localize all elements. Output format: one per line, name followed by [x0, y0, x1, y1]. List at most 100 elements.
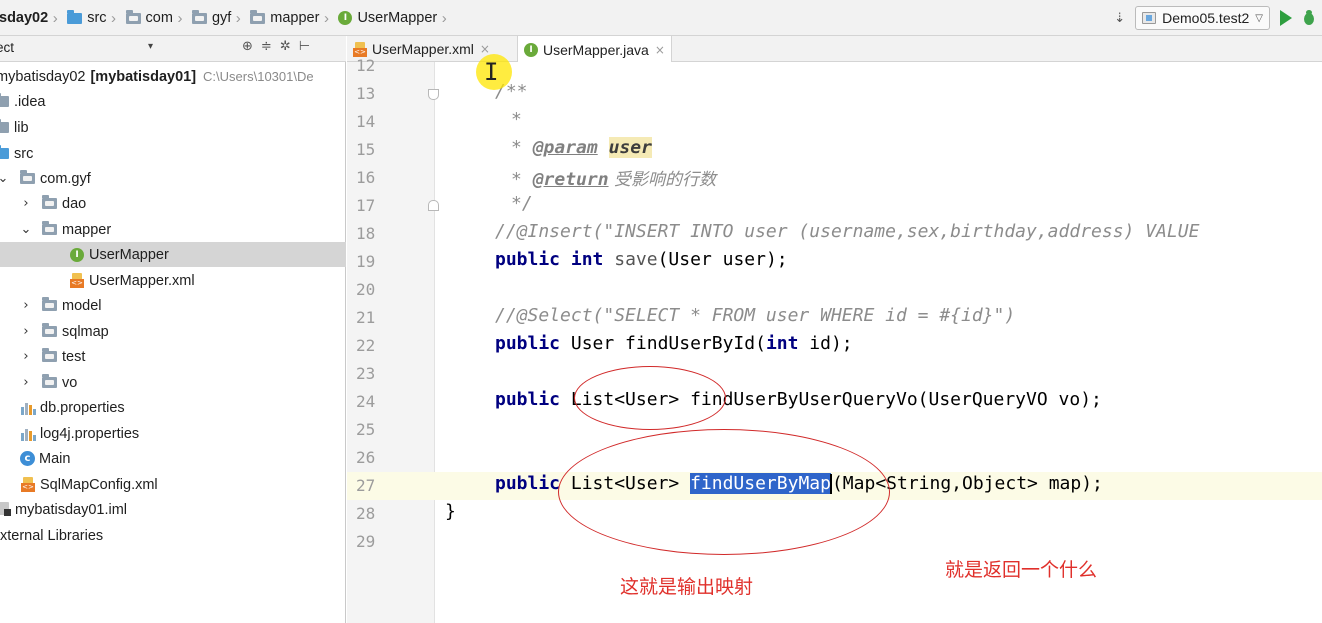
- tree-item-path: C:\Users\10301\De: [203, 69, 314, 84]
- tree-item-label: UserMapper: [89, 246, 169, 263]
- tree-item-com-gyf[interactable]: ⌄ com.gyf: [0, 166, 346, 191]
- run-config-selector[interactable]: Demo05.test2 ▽: [1135, 6, 1270, 30]
- chevron-down-icon[interactable]: ⌄: [20, 222, 32, 237]
- sort-icon[interactable]: ⇣: [1114, 11, 1125, 26]
- package-icon: [42, 348, 57, 362]
- close-icon[interactable]: ×: [655, 43, 665, 57]
- chevron-right-icon: ›: [177, 9, 183, 27]
- fold-marker-icon[interactable]: [428, 89, 439, 100]
- run-config-label: Demo05.test2: [1162, 10, 1250, 26]
- tree-item-iml[interactable]: mybatisday01.iml: [0, 497, 346, 522]
- tree-item-label: SqlMapConfig.xml: [40, 476, 158, 493]
- tree-item-label: xternal Libraries: [0, 527, 104, 544]
- package-icon: [42, 221, 57, 235]
- fold-marker-icon[interactable]: [428, 200, 439, 211]
- tree-item-label: dao: [62, 195, 87, 212]
- tree-item-module[interactable]: mybatisday02 [mybatisday01] C:\Users\103…: [0, 64, 346, 89]
- project-panel: ect ▾ ⊕ ≑ ✲ ⊢ mybatisday02 [mybatisday01…: [0, 36, 346, 623]
- tree-item-lib[interactable]: lib: [0, 115, 346, 140]
- tree-item-model[interactable]: › model: [0, 293, 346, 318]
- tree-item-sqlmap[interactable]: › sqlmap: [0, 319, 346, 344]
- source-folder-icon: [67, 9, 83, 24]
- properties-file-icon: [20, 400, 36, 416]
- tree-item-mapper[interactable]: ⌄ mapper: [0, 217, 346, 242]
- annotation-note: 就是返回一个什么: [945, 559, 1098, 581]
- breadcrumb-mapper[interactable]: mapper: [245, 9, 319, 26]
- chevron-down-icon: ▽: [1255, 12, 1263, 24]
- tree-item-src[interactable]: src: [0, 141, 346, 166]
- tree-item-label: .idea: [14, 93, 46, 110]
- package-icon: [250, 9, 266, 24]
- package-icon: [191, 9, 207, 24]
- project-panel-title[interactable]: ect: [0, 40, 14, 55]
- chevron-right-icon[interactable]: ›: [20, 324, 32, 339]
- breadcrumb-project[interactable]: sday02: [0, 10, 48, 26]
- keyword: int: [765, 333, 799, 354]
- tree-item-label: log4j.properties: [40, 425, 140, 442]
- code-text: (User user);: [657, 249, 788, 270]
- tree-item-label: UserMapper.xml: [89, 272, 195, 289]
- chevron-right-icon[interactable]: ›: [20, 375, 32, 390]
- tree-item-usermapper-xml[interactable]: UserMapper.xml: [0, 268, 346, 293]
- locate-icon[interactable]: ⊕: [242, 39, 253, 54]
- debug-icon[interactable]: [1302, 10, 1316, 26]
- package-icon: [20, 170, 35, 184]
- tab-usermapper-java[interactable]: I UserMapper.java ×: [517, 36, 672, 63]
- chevron-right-icon: ›: [235, 9, 241, 27]
- tree-item-label: src: [14, 145, 34, 162]
- tree-item-sqlmapconfig-xml[interactable]: SqlMapConfig.xml: [0, 472, 346, 497]
- tree-item-label: sqlmap: [62, 323, 109, 340]
- line-number: 29: [356, 532, 376, 551]
- comment-star: *: [511, 137, 533, 158]
- line-number: 13: [356, 84, 376, 103]
- breadcrumb-usermapper[interactable]: I UserMapper: [333, 10, 437, 26]
- javadoc-param-name: user: [608, 137, 652, 158]
- chevron-right-icon: ›: [52, 9, 58, 27]
- tree-item-db-properties[interactable]: db.properties: [0, 395, 346, 420]
- xml-file-icon: [70, 273, 84, 288]
- keyword: public: [495, 333, 561, 354]
- tree-item-vo[interactable]: › vo: [0, 370, 346, 395]
- tree-item-label: vo: [62, 374, 78, 391]
- tree-item-label: mybatisday01.iml: [15, 501, 128, 518]
- code-line-19: public int save(User user);: [495, 249, 788, 270]
- collapse-icon[interactable]: ≑: [261, 39, 272, 54]
- tree-item-main[interactable]: c Main: [0, 446, 346, 471]
- line-number: 26: [356, 448, 376, 467]
- chevron-right-icon[interactable]: ›: [20, 196, 32, 211]
- breadcrumb-gyf[interactable]: gyf: [187, 9, 232, 26]
- interface-icon: I: [524, 42, 538, 57]
- breadcrumb-com[interactable]: com: [121, 9, 173, 26]
- chevron-down-icon[interactable]: ▾: [148, 41, 153, 52]
- annotation-ellipse: [558, 429, 890, 555]
- chevron-down-icon[interactable]: ⌄: [0, 171, 10, 186]
- code-line-17: */: [511, 193, 533, 214]
- hide-icon[interactable]: ⊢: [299, 39, 310, 54]
- breadcrumb-src[interactable]: src: [62, 9, 107, 26]
- line-number: 17: [356, 196, 376, 215]
- line-number: 19: [356, 252, 376, 271]
- code-line-14: *: [511, 109, 522, 130]
- tree-item-label: model: [62, 297, 102, 314]
- tree-item-external-libraries[interactable]: xternal Libraries: [0, 523, 346, 548]
- run-config-icon: [1142, 12, 1157, 24]
- tree-item-idea[interactable]: .idea: [0, 89, 346, 114]
- chevron-right-icon[interactable]: ›: [20, 298, 32, 313]
- chevron-right-icon[interactable]: ›: [20, 349, 32, 364]
- tree-item-test[interactable]: › test: [0, 344, 346, 369]
- code-line-22: public User findUserById(int id);: [495, 333, 853, 354]
- class-icon: c: [20, 451, 35, 466]
- line-number: 27: [356, 476, 376, 495]
- tree-item-usermapper[interactable]: I UserMapper: [0, 242, 346, 267]
- interface-icon: I: [338, 11, 353, 25]
- gear-icon[interactable]: ✲: [280, 39, 291, 54]
- line-number: 12: [356, 56, 376, 72]
- keyword: public: [495, 389, 561, 410]
- run-icon[interactable]: [1280, 10, 1292, 26]
- tree-item-dao[interactable]: › dao: [0, 191, 346, 216]
- tree-item-label: mapper: [62, 221, 112, 238]
- package-icon: [125, 9, 141, 24]
- code-line-15: * @param user: [511, 137, 652, 158]
- tree-item-log4j-properties[interactable]: log4j.properties: [0, 421, 346, 446]
- breadcrumb-gyf-label: gyf: [211, 10, 232, 26]
